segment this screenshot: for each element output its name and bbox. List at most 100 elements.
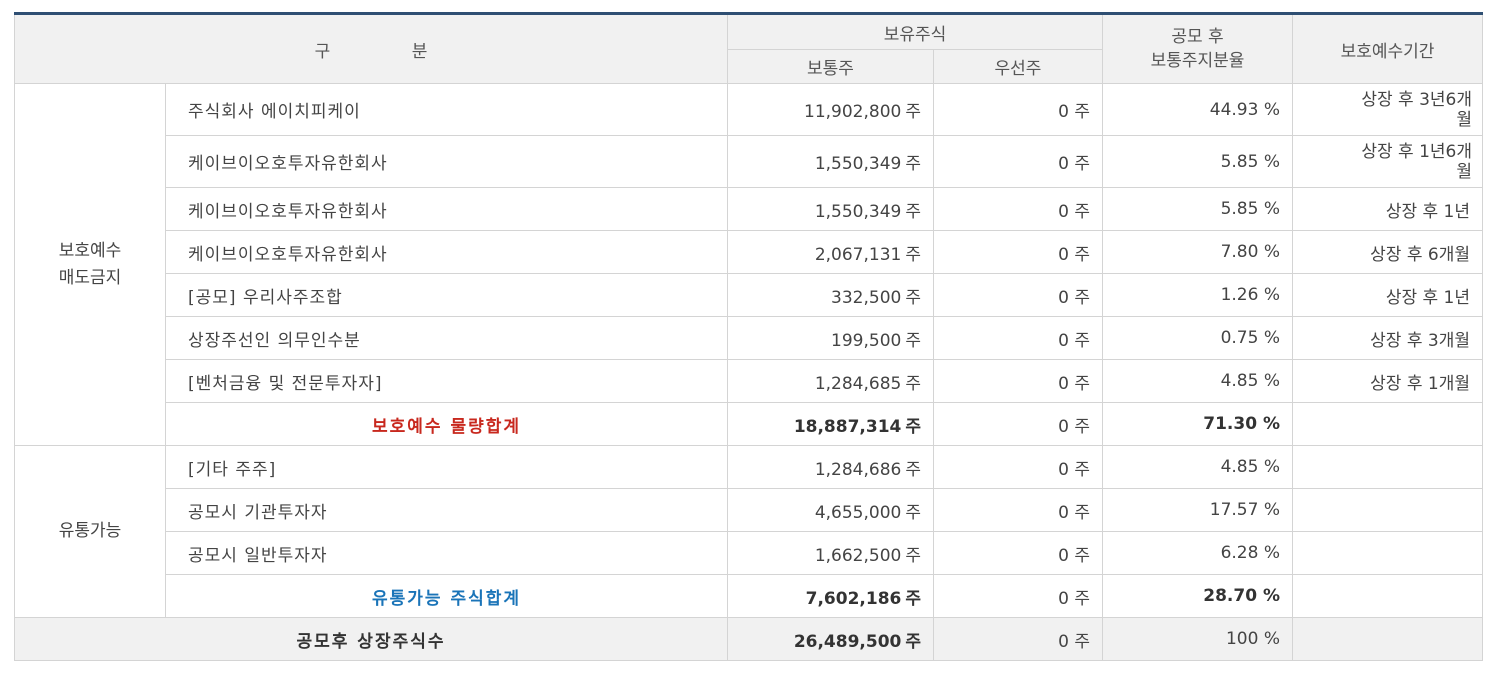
common-value: 4,655,000 xyxy=(814,502,902,523)
period-line1: 상장 후 3년6개 xyxy=(1361,89,1472,110)
holder-name: [기타 주주] xyxy=(165,445,728,489)
group-lockup: 보호예수 매도금지 xyxy=(14,83,166,446)
lockup-period: 상장 후 1년 xyxy=(1292,187,1483,231)
ownership-ratio: 1.26 % xyxy=(1102,273,1293,317)
common-shares: 332,500 주 xyxy=(727,273,934,317)
lockup-period: 상장 후 1년 xyxy=(1292,273,1483,317)
preferred-shares: 0 주 xyxy=(933,316,1103,360)
common-unit: 주 xyxy=(905,373,921,394)
grand-total-row: 공모후 상장주식수 26,489,500 주 0 주 100 % xyxy=(14,617,1483,661)
header-row-1: 구 분 보유주식 공모 후 보통주지분율 보호예수기간 xyxy=(14,13,1483,84)
common-value: 199,500 xyxy=(831,330,902,351)
lockup-subtotal-ratio: 71.30 % xyxy=(1102,402,1293,446)
table-row: 케이브이오호투자유한회사 1,550,349 주 0 주 5.85 % 상장 후 … xyxy=(15,187,1483,231)
ownership-ratio: 5.85 % xyxy=(1102,187,1293,231)
table-row: [공모] 우리사주조합 332,500 주 0 주 1.26 % 상장 후 1년 xyxy=(15,273,1483,317)
table-row: 공모시 일반투자자 1,662,500 주 0 주 6.28 % xyxy=(15,531,1483,575)
preferred-shares: 0 주 xyxy=(933,445,1103,489)
ownership-ratio: 6.28 % xyxy=(1102,531,1293,575)
holder-name: [벤처금융 및 전문투자자] xyxy=(165,359,728,403)
header-holdings: 보유주식 xyxy=(727,13,1103,50)
ownership-ratio: 7.80 % xyxy=(1102,230,1293,274)
ownership-ratio: 17.57 % xyxy=(1102,488,1293,532)
period-line1: 상장 후 1년6개 xyxy=(1361,141,1472,162)
holder-name: 공모시 일반투자자 xyxy=(165,531,728,575)
common-value: 332,500 xyxy=(831,287,902,308)
common-value: 1,550,349 xyxy=(814,154,902,174)
preferred-shares: 0 주 xyxy=(933,135,1103,188)
common-shares: 2,067,131 주 xyxy=(727,230,934,274)
tradable-subtotal-period xyxy=(1292,574,1483,618)
tradable-subtotal-ratio: 28.70 % xyxy=(1102,574,1293,618)
holder-name: [공모] 우리사주조합 xyxy=(165,273,728,317)
shareholding-table-container: 구 분 보유주식 공모 후 보통주지분율 보호예수기간 보통주 우선주 보호예수… xyxy=(14,12,1483,661)
common-unit: 주 xyxy=(905,502,921,523)
table-row: 보호예수 매도금지 주식회사 에이치피케이 11,902,800 주 0 주 44… xyxy=(14,83,1483,446)
lockup-period: 상장 후 1개월 xyxy=(1292,359,1483,403)
common-unit: 주 xyxy=(905,416,921,437)
common-shares: 11,902,800 주 xyxy=(727,83,934,136)
header-ratio: 공모 후 보통주지분율 xyxy=(1102,13,1293,84)
holder-name: 공모시 기관투자자 xyxy=(165,488,728,532)
grand-total-label: 공모후 상장주식수 xyxy=(14,617,728,661)
common-shares: 1,284,686 주 xyxy=(727,445,934,489)
ownership-ratio: 4.85 % xyxy=(1102,445,1293,489)
grand-total-common: 26,489,500 주 xyxy=(727,617,934,661)
common-unit: 주 xyxy=(905,287,921,308)
lockup-period xyxy=(1292,531,1483,575)
holder-name: 케이브이오호투자유한회사 xyxy=(165,135,728,188)
common-shares: 1,284,685 주 xyxy=(727,359,934,403)
common-unit: 주 xyxy=(905,244,921,265)
header-category: 구 분 xyxy=(14,13,728,84)
lockup-period: 상장 후 1년6개 월 xyxy=(1292,135,1483,188)
header-preferred: 우선주 xyxy=(933,49,1103,84)
ownership-ratio: 0.75 % xyxy=(1102,316,1293,360)
period-line2: 월 xyxy=(1456,161,1472,182)
lockup-period: 상장 후 3년6개 월 xyxy=(1292,83,1483,136)
table-row: 유통가능 [기타 주주] 1,284,686 주 0 주 4.85 % xyxy=(14,445,1483,618)
group-lockup-line2: 매도금지 xyxy=(58,267,122,288)
common-unit: 주 xyxy=(905,102,921,122)
preferred-shares: 0 주 xyxy=(933,531,1103,575)
common-shares: 1,662,500 주 xyxy=(727,531,934,575)
common-shares: 199,500 주 xyxy=(727,316,934,360)
header-common: 보통주 xyxy=(727,49,934,84)
lockup-period: 상장 후 6개월 xyxy=(1292,230,1483,274)
tradable-subtotal-label: 유통가능 주식합계 xyxy=(165,574,728,618)
common-unit: 주 xyxy=(905,330,921,351)
common-value: 18,887,314 xyxy=(793,416,902,437)
common-value: 2,067,131 xyxy=(814,244,902,265)
common-unit: 주 xyxy=(905,631,921,652)
grand-total-ratio: 100 % xyxy=(1102,617,1293,661)
table-row: 공모시 기관투자자 4,655,000 주 0 주 17.57 % xyxy=(15,488,1483,532)
holder-name: 케이브이오호투자유한회사 xyxy=(165,187,728,231)
common-unit: 주 xyxy=(905,459,921,480)
preferred-shares: 0 주 xyxy=(933,359,1103,403)
tradable-subtotal-preferred: 0 주 xyxy=(933,574,1103,618)
holder-name: 상장주선인 의무인수분 xyxy=(165,316,728,360)
lockup-period xyxy=(1292,445,1483,489)
ownership-ratio: 4.85 % xyxy=(1102,359,1293,403)
grand-total-period xyxy=(1292,617,1483,661)
lockup-subtotal-label: 보호예수 물량합계 xyxy=(165,402,728,446)
preferred-shares: 0 주 xyxy=(933,488,1103,532)
common-shares: 1,550,349 주 xyxy=(727,135,934,188)
common-unit: 주 xyxy=(905,201,921,222)
shareholding-lockup-table: 구 분 보유주식 공모 후 보통주지분율 보호예수기간 보통주 우선주 보호예수… xyxy=(14,12,1483,661)
common-unit: 주 xyxy=(905,154,921,174)
tradable-subtotal-row: 유통가능 주식합계 7,602,186 주 0 주 28.70 % xyxy=(15,574,1483,618)
grand-total-preferred: 0 주 xyxy=(933,617,1103,661)
common-shares: 4,655,000 주 xyxy=(727,488,934,532)
table-row: 케이브이오호투자유한회사 2,067,131 주 0 주 7.80 % 상장 후 … xyxy=(15,230,1483,274)
lockup-subtotal-period xyxy=(1292,402,1483,446)
common-value: 7,602,186 xyxy=(805,588,902,609)
holder-name: 케이브이오호투자유한회사 xyxy=(165,230,728,274)
common-unit: 주 xyxy=(905,545,921,566)
holder-name: 주식회사 에이치피케이 xyxy=(165,83,728,136)
group-lockup-line1: 보호예수 xyxy=(58,240,122,261)
ownership-ratio: 5.85 % xyxy=(1102,135,1293,188)
header-ratio-line2: 보통주지분율 xyxy=(1150,51,1245,71)
common-value: 26,489,500 xyxy=(793,631,902,652)
lockup-subtotal-row: 보호예수 물량합계 18,887,314 주 0 주 71.30 % xyxy=(15,402,1483,446)
table-row: 케이브이오호투자유한회사 1,550,349 주 0 주 5.85 % 상장 후 … xyxy=(15,135,1483,188)
